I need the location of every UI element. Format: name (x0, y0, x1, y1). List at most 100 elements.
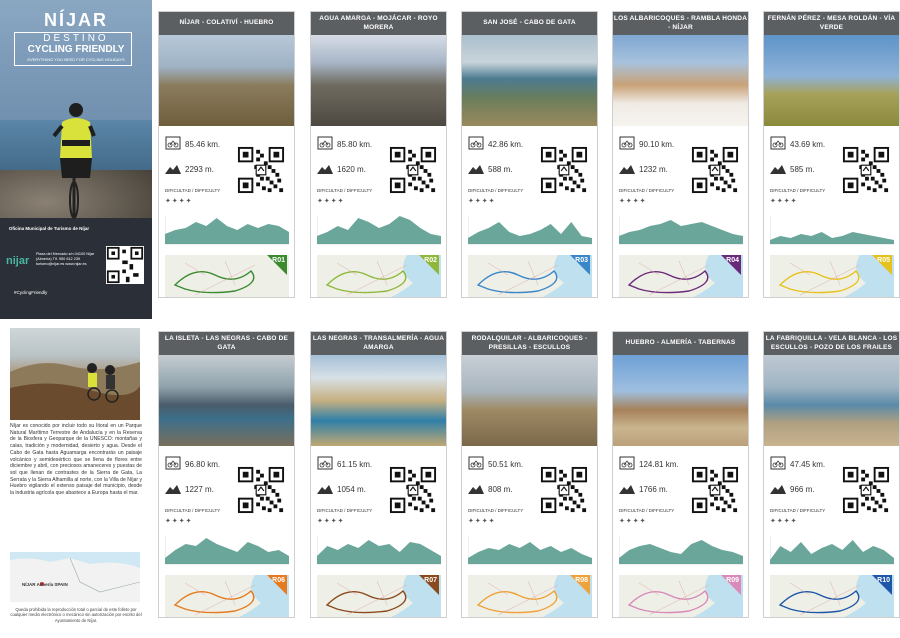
elevation-profile (165, 216, 289, 245)
difficulty-rating-icon: ✦✦✦✦ (468, 518, 496, 525)
route-elevation: 2293 m. (185, 165, 214, 174)
route-map (317, 255, 441, 297)
route-card: LAS NEGRAS - TRANSALMERÍA - AGUA AMARGA 6… (310, 331, 447, 618)
tourism-office-label: Oficina Municipal de Turismo de Níjar (8, 226, 90, 231)
route-elevation: 1232 m. (639, 165, 668, 174)
difficulty-rating-icon: ✦✦✦✦ (317, 518, 345, 525)
qr-code-icon[interactable] (540, 146, 588, 194)
difficulty-rating-icon: ✦✦✦✦ (770, 518, 798, 525)
elevation-mountain-icon (619, 165, 635, 174)
difficulty-rating-icon: ✦✦✦✦ (165, 198, 193, 205)
intro-text: Níjar es conocido por incluir todo su li… (10, 423, 142, 497)
route-title: LA ISLETA - LAS NEGRAS - CABO DE GATA (159, 332, 294, 355)
cyclist-illustration (52, 103, 96, 219)
distance-map-icon (770, 136, 786, 150)
qr-code-icon[interactable] (389, 466, 437, 514)
qr-code-icon[interactable] (691, 146, 739, 194)
elevation-profile (770, 216, 894, 245)
elevation-profile (468, 216, 592, 245)
qr-code-icon[interactable] (842, 146, 890, 194)
elevation-profile (619, 216, 743, 245)
elevation-mountain-icon (317, 485, 333, 494)
qr-code-icon[interactable] (389, 146, 437, 194)
difficulty-label: DIFICULTAD / DIFFICULTY (468, 188, 524, 193)
route-photo (764, 355, 899, 446)
difficulty-label: DIFICULTAD / DIFFICULTY (619, 508, 675, 513)
route-card: LOS ALBARICOQUES - RAMBLA HONDA - NÍJAR 9… (612, 11, 749, 298)
route-map (317, 575, 441, 617)
difficulty-label: DIFICULTAD / DIFFICULTY (165, 508, 221, 513)
qr-code-icon[interactable] (691, 466, 739, 514)
difficulty-label: DIFICULTAD / DIFFICULTY (317, 508, 373, 513)
route-card: NÍJAR - COLATIVÍ - HUEBRO 85.46 km. 2293 m… (158, 11, 295, 298)
intro-photo (10, 328, 140, 420)
route-map (770, 255, 894, 297)
distance-map-icon (317, 136, 333, 150)
route-distance: 96.80 km. (185, 460, 221, 469)
difficulty-rating-icon: ✦✦✦✦ (468, 198, 496, 205)
qr-code-icon[interactable] (540, 466, 588, 514)
elevation-mountain-icon (619, 485, 635, 494)
route-map (770, 575, 894, 617)
difficulty-rating-icon: ✦✦✦✦ (317, 198, 345, 205)
office-address: Plaza del Mercado s/n 04100 Níjar (Almer… (36, 252, 95, 266)
route-map (619, 255, 743, 297)
route-distance: 42.86 km. (488, 140, 524, 149)
route-card: LA FABRIQUILLA - VELA BLANCA - LOS ESCUL… (763, 331, 900, 618)
qr-code-icon[interactable] (106, 246, 144, 284)
route-card: RODALQUILAR - ALBARICOQUES - PRESILLAS -… (461, 331, 598, 618)
brand-title: NÍJAR (43, 10, 108, 30)
elevation-mountain-icon (770, 165, 786, 174)
elevation-profile (468, 536, 592, 565)
route-photo (613, 35, 748, 126)
qr-code-icon[interactable] (237, 466, 285, 514)
route-distance: 43.69 km. (790, 140, 826, 149)
route-photo (462, 355, 597, 446)
nijar-logo: nijar (6, 255, 30, 267)
qr-code-icon[interactable] (842, 466, 890, 514)
route-distance: 50.51 km. (488, 460, 524, 469)
route-photo (159, 35, 294, 126)
distance-map-icon (468, 456, 484, 470)
route-card: HUEBRO - ALMERÍA - TABERNAS 124.81 km. 176… (612, 331, 749, 618)
difficulty-rating-icon: ✦✦✦✦ (619, 518, 647, 525)
elevation-mountain-icon (165, 165, 181, 174)
route-map (468, 255, 592, 297)
difficulty-label: DIFICULTAD / DIFFICULTY (619, 188, 675, 193)
route-elevation: 1054 m. (337, 485, 366, 494)
destino-label: DESTINO (43, 33, 109, 44)
route-title: FERNÁN PÉREZ - MESA ROLDÁN - VÍA VERDE (764, 12, 899, 35)
elevation-profile (770, 536, 894, 565)
route-elevation: 1620 m. (337, 165, 366, 174)
route-elevation: 1227 m. (185, 485, 214, 494)
distance-map-icon (165, 456, 181, 470)
distance-map-icon (619, 456, 635, 470)
elevation-profile (619, 536, 743, 565)
route-elevation: 808 m. (488, 485, 513, 494)
route-photo (764, 35, 899, 126)
route-distance: 124.81 km. (639, 460, 679, 469)
route-map (165, 255, 289, 297)
elevation-mountain-icon (317, 165, 333, 174)
difficulty-rating-icon: ✦✦✦✦ (770, 198, 798, 205)
route-map (468, 575, 592, 617)
elevation-profile (165, 536, 289, 565)
difficulty-label: DIFICULTAD / DIFFICULTY (317, 188, 373, 193)
route-photo (462, 35, 597, 126)
route-title: HUEBRO - ALMERÍA - TABERNAS (613, 332, 748, 355)
elevation-mountain-icon (468, 165, 484, 174)
map-location-label: NÍJAR Almería SPAIN (22, 582, 68, 587)
route-photo (613, 355, 748, 446)
cover-tagline: EVERYTHING YOU NEED FOR CYCLING HOLIDAYS (27, 57, 125, 62)
elevation-profile (317, 536, 441, 565)
distance-map-icon (165, 136, 181, 150)
qr-code-icon[interactable] (237, 146, 285, 194)
route-title: LAS NEGRAS - TRANSALMERÍA - AGUA AMARGA (311, 332, 446, 355)
route-title: SAN JOSÉ - CABO DE GATA (462, 12, 597, 35)
route-distance: 61.15 km. (337, 460, 373, 469)
route-map (165, 575, 289, 617)
route-elevation: 966 m. (790, 485, 815, 494)
route-elevation: 588 m. (488, 165, 513, 174)
route-card: SAN JOSÉ - CABO DE GATA 42.86 km. 588 m. DI… (461, 11, 598, 298)
route-title: RODALQUILAR - ALBARICOQUES - PRESILLAS -… (462, 332, 597, 355)
